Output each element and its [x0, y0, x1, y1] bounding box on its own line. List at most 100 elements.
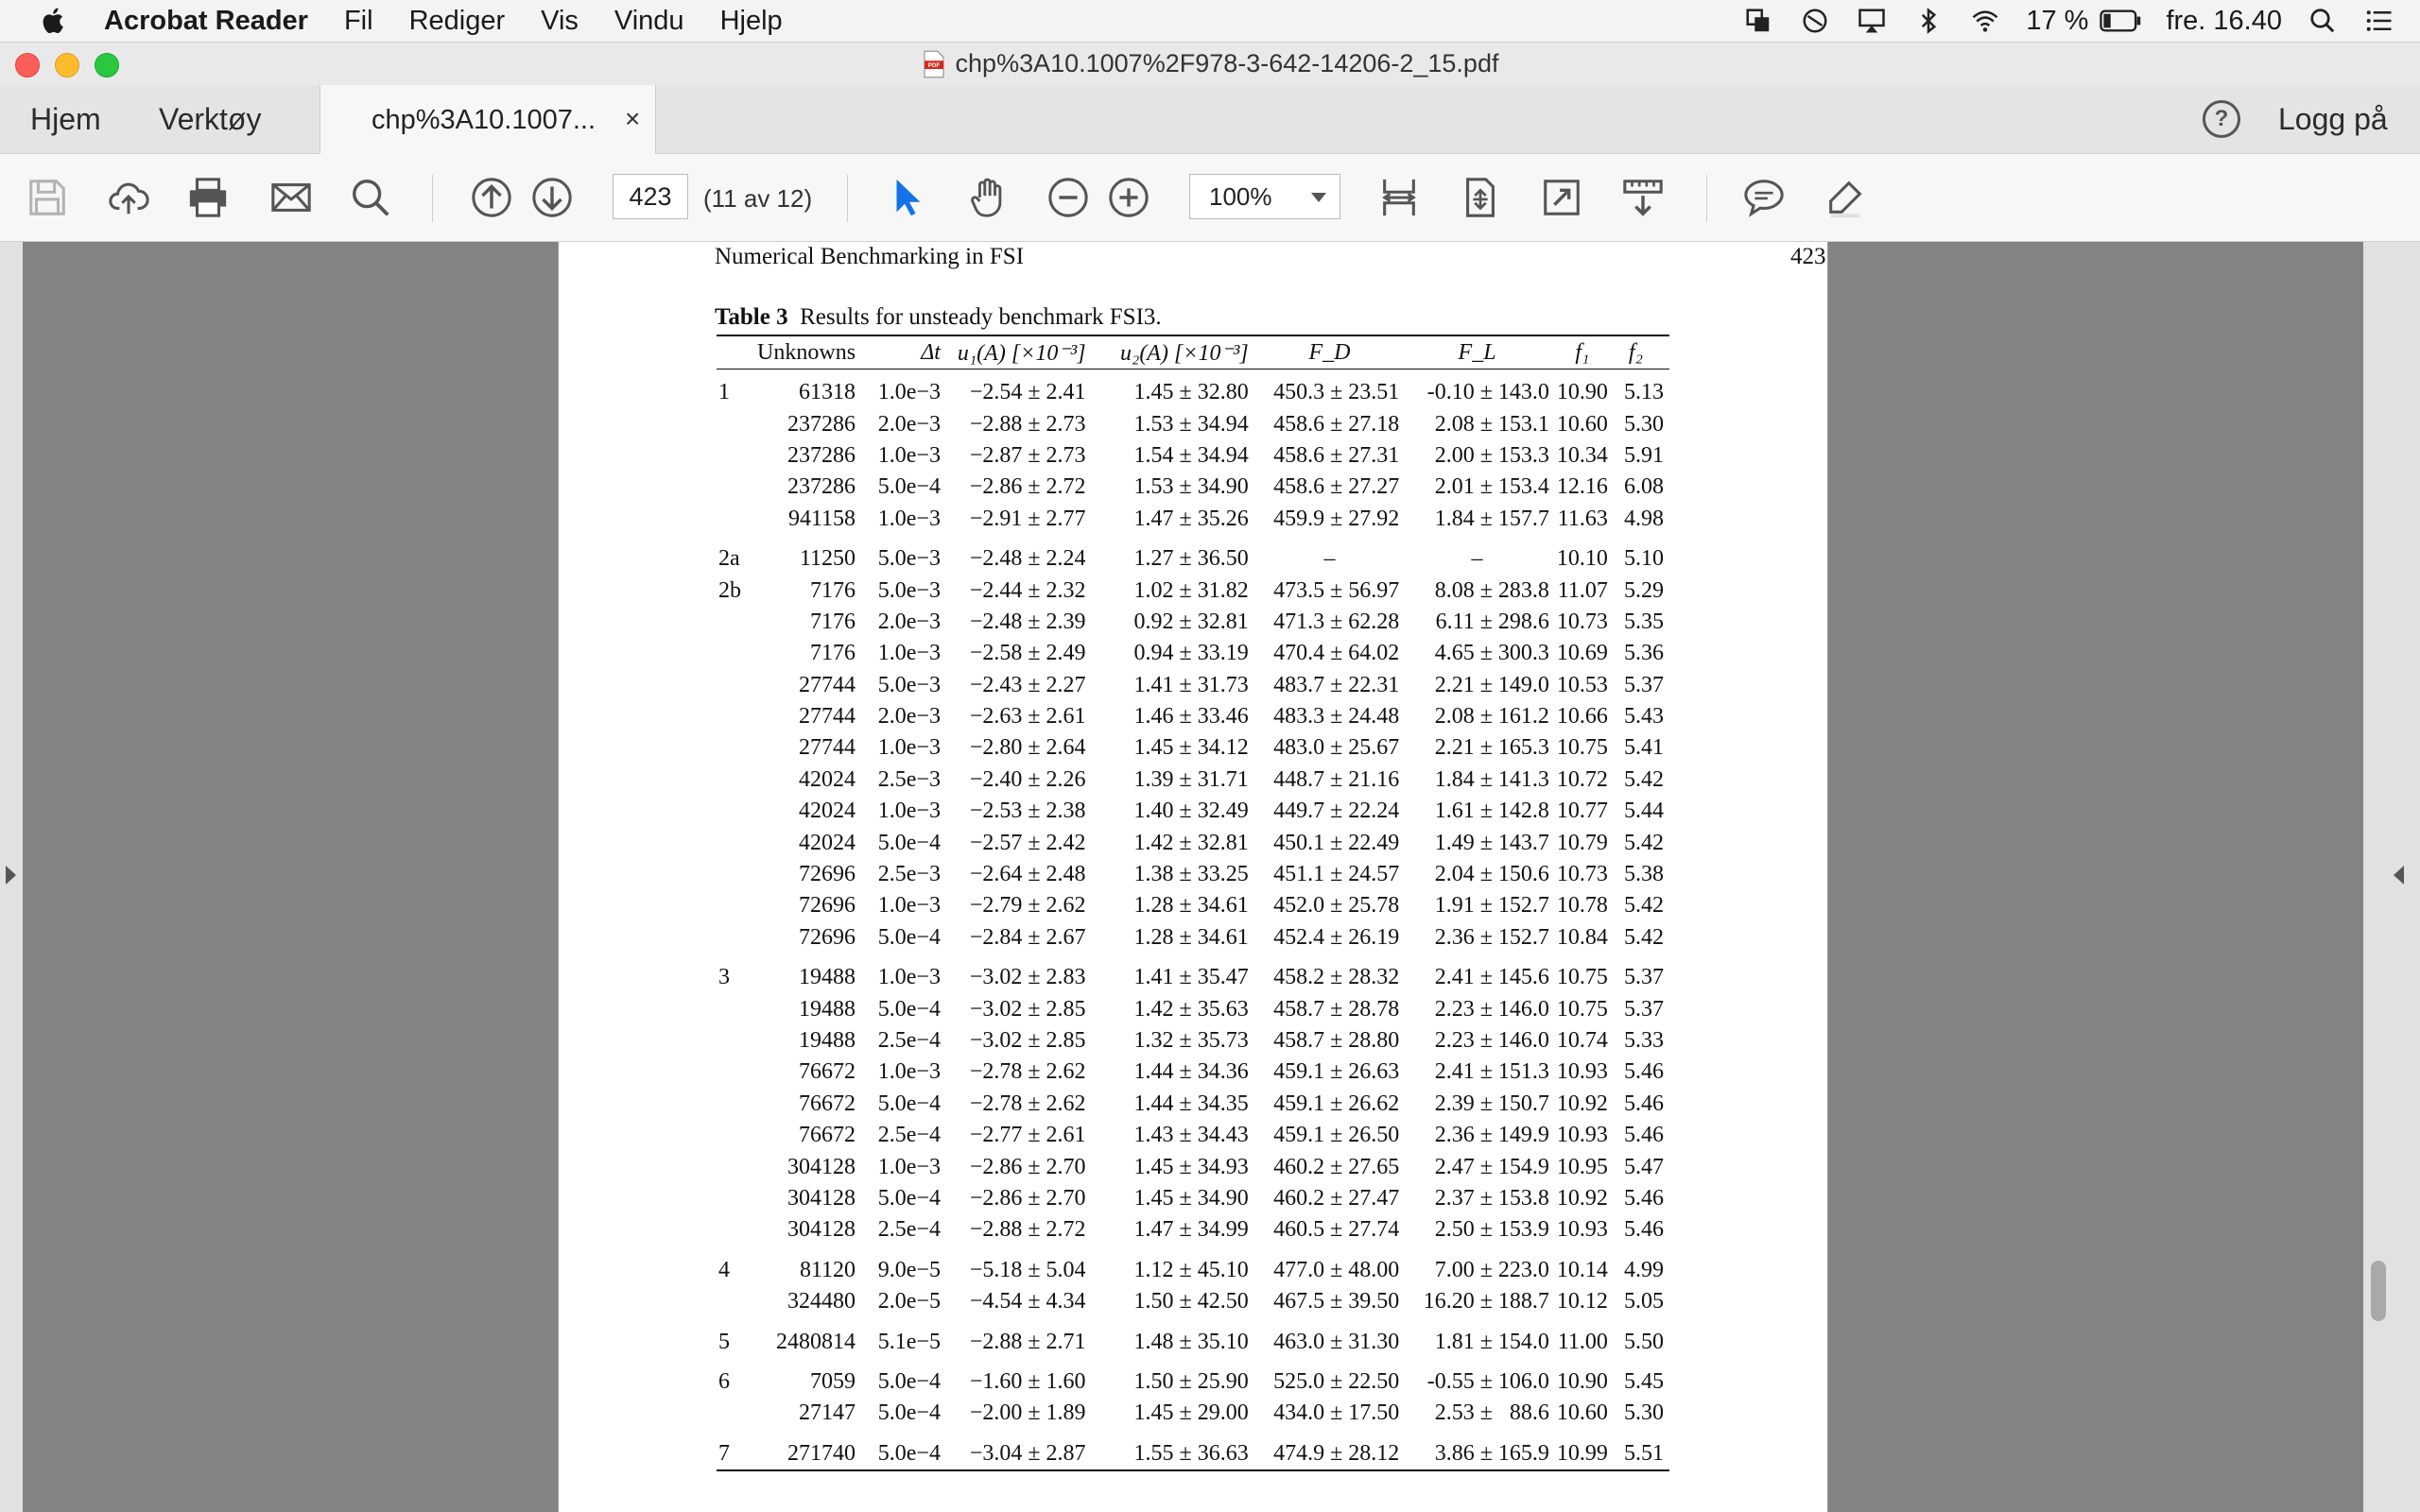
search-icon[interactable]	[346, 173, 395, 222]
do-not-disturb-icon[interactable]	[1799, 7, 1831, 35]
cell-unknowns: 72696	[799, 862, 856, 887]
tab-home[interactable]: Hjem	[30, 102, 101, 137]
chevron-down-icon	[1311, 193, 1326, 202]
window-close-button[interactable]	[15, 53, 40, 77]
cell-dt: 1.0e−3	[877, 380, 941, 405]
cell-group	[717, 1398, 752, 1429]
group-spacer	[717, 1246, 1669, 1255]
window-minimize-button[interactable]	[55, 53, 79, 77]
fit-width-icon[interactable]	[1374, 173, 1424, 222]
comment-icon[interactable]	[1739, 173, 1789, 222]
table-row: 42024 1.0e−3 −2.53 ± 2.38 1.40 ± 32.49 449.7…	[717, 796, 1669, 827]
cell-fd: 483.3 ± 24.48	[1273, 704, 1400, 730]
cell-f2: 5.10	[1624, 546, 1664, 572]
cell-f1: 10.74	[1556, 1028, 1608, 1053]
cell-u1: −2.63 ± 2.61	[969, 704, 1086, 730]
menu-file[interactable]: Fil	[344, 6, 373, 37]
full-screen-icon[interactable]	[1537, 173, 1586, 222]
cell-dt: 2.0e−3	[877, 411, 941, 437]
left-panel-toggle-icon[interactable]	[6, 866, 16, 885]
cell-f1: 10.93	[1556, 1123, 1608, 1148]
battery-icon[interactable]	[2100, 9, 2141, 32]
cell-unknowns: 42024	[799, 799, 856, 824]
col-group	[717, 335, 752, 369]
cloud-upload-icon[interactable]	[104, 173, 153, 222]
vertical-scrollbar-thumb[interactable]	[2371, 1261, 2386, 1321]
col-u1: u₁(A) [×10⁻³]	[957, 340, 1086, 366]
menu-window[interactable]: Vindu	[614, 6, 684, 37]
cell-fd: 459.9 ± 27.92	[1273, 506, 1400, 531]
cell-f1: 10.79	[1556, 830, 1608, 855]
zoom-select[interactable]: 100%	[1189, 174, 1340, 219]
cell-f2: 5.46	[1624, 1059, 1664, 1085]
cell-unknowns: 324480	[787, 1289, 856, 1314]
cell-unknowns: 941158	[787, 506, 856, 531]
tab-tools[interactable]: Verktøy	[159, 102, 261, 137]
select-tool-icon[interactable]	[883, 173, 932, 222]
menu-help[interactable]: Hjelp	[720, 6, 783, 37]
read-mode-icon[interactable]	[1618, 173, 1668, 222]
right-panel-toggle-icon[interactable]	[2394, 866, 2404, 885]
cell-f1: 10.93	[1556, 1059, 1608, 1085]
toolbar-separator	[847, 175, 848, 222]
cell-dt: 1.0e−3	[877, 1154, 941, 1179]
table-row: 7176 1.0e−3 −2.58 ± 2.49 0.94 ± 33.19 470.4 …	[717, 638, 1669, 669]
page-number-input[interactable]: 423	[613, 174, 688, 219]
print-icon[interactable]	[183, 173, 233, 222]
previous-page-icon[interactable]	[467, 173, 516, 222]
login-button[interactable]: Logg på	[2278, 102, 2388, 137]
hand-tool-icon[interactable]	[964, 173, 1013, 222]
airplay-icon[interactable]	[1856, 7, 1888, 35]
cell-fl: 1.91 ± 152.7	[1434, 893, 1549, 919]
wifi-icon[interactable]	[1969, 7, 2001, 35]
cell-u2: 1.44 ± 34.36	[1133, 1059, 1249, 1085]
zoom-out-icon[interactable]	[1044, 173, 1093, 222]
cell-fl: –	[1471, 546, 1483, 572]
spotlight-search-icon[interactable]	[2307, 7, 2339, 35]
cell-group: 2b	[718, 577, 741, 603]
menu-app-name[interactable]: Acrobat Reader	[104, 6, 308, 37]
cell-group	[717, 1151, 752, 1182]
cell-fl: 16.20 ± 188.7	[1423, 1289, 1549, 1314]
col-f2: f₂	[1628, 339, 1643, 365]
cell-fd: –	[1323, 546, 1336, 572]
window-zoom-button[interactable]	[95, 53, 119, 77]
page-count-label: (11 av 12)	[703, 184, 813, 213]
cell-group	[717, 638, 752, 669]
group-spacer	[717, 369, 1669, 378]
cell-u2: 1.41 ± 35.47	[1133, 965, 1249, 990]
cell-fl: 2.08 ± 153.1	[1434, 411, 1549, 437]
cell-fl: 3.86 ± 165.9	[1434, 1440, 1549, 1466]
table-row: 941158 1.0e−3 −2.91 ± 2.77 1.47 ± 35.26 459.…	[717, 504, 1669, 535]
cell-f2: 5.50	[1624, 1329, 1664, 1354]
clock[interactable]: fre. 16.40	[2166, 6, 2282, 37]
cell-u2: 1.53 ± 34.90	[1133, 474, 1249, 500]
cell-fd: 458.7 ± 28.80	[1273, 1028, 1400, 1053]
tab-document[interactable]: chp%3A10.1007... ×	[320, 85, 656, 154]
menu-view[interactable]: Vis	[541, 6, 579, 37]
next-page-icon[interactable]	[527, 173, 577, 222]
zoom-in-icon[interactable]	[1104, 173, 1153, 222]
save-icon[interactable]	[23, 173, 72, 222]
cell-dt: 5.0e−3	[877, 577, 941, 603]
cell-fl: 4.65 ± 300.3	[1434, 641, 1549, 666]
help-icon[interactable]: ?	[2203, 100, 2240, 138]
cell-fd: 452.0 ± 25.78	[1273, 893, 1400, 919]
menu-edit[interactable]: Rediger	[409, 6, 506, 37]
bluetooth-icon[interactable]	[1912, 7, 1945, 35]
email-icon[interactable]	[267, 173, 316, 222]
cell-group	[717, 607, 752, 638]
cell-group: 3	[718, 965, 730, 990]
cell-u2: 1.02 ± 31.82	[1133, 577, 1249, 603]
apple-icon[interactable]	[38, 5, 70, 37]
cell-f2: 5.36	[1624, 641, 1664, 666]
cell-u1: −2.44 ± 2.32	[969, 577, 1086, 603]
cell-group	[717, 472, 752, 503]
notification-center-icon[interactable]	[2363, 7, 2395, 35]
window-switch-icon[interactable]	[1742, 7, 1774, 35]
tab-close-icon[interactable]: ×	[625, 104, 640, 134]
cell-f2: 5.05	[1624, 1289, 1664, 1314]
highlight-pen-icon[interactable]	[1821, 173, 1870, 222]
cell-f1: 10.73	[1556, 609, 1608, 634]
fit-page-icon[interactable]	[1456, 173, 1505, 222]
